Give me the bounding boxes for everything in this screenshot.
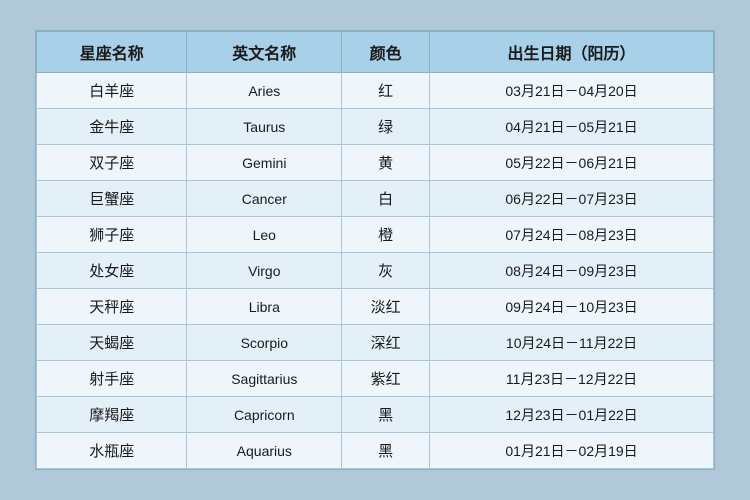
cell-color: 深红 <box>342 325 430 361</box>
cell-english-name: Gemini <box>187 145 342 181</box>
cell-dates: 01月21日－02月19日 <box>430 433 714 469</box>
header-color: 颜色 <box>342 32 430 73</box>
table-body: 白羊座Aries红03月21日－04月20日金牛座Taurus绿04月21日－0… <box>37 73 714 469</box>
cell-dates: 03月21日－04月20日 <box>430 73 714 109</box>
zodiac-table-container: 星座名称 英文名称 颜色 出生日期（阳历） 白羊座Aries红03月21日－04… <box>35 30 715 470</box>
cell-english-name: Aquarius <box>187 433 342 469</box>
cell-chinese-name: 白羊座 <box>37 73 187 109</box>
cell-color: 黑 <box>342 433 430 469</box>
table-row: 天蝎座Scorpio深红10月24日－11月22日 <box>37 325 714 361</box>
cell-dates: 10月24日－11月22日 <box>430 325 714 361</box>
table-row: 双子座Gemini黄05月22日－06月21日 <box>37 145 714 181</box>
cell-chinese-name: 天蝎座 <box>37 325 187 361</box>
cell-dates: 12月23日－01月22日 <box>430 397 714 433</box>
cell-dates: 07月24日－08月23日 <box>430 217 714 253</box>
header-english-name: 英文名称 <box>187 32 342 73</box>
cell-color: 淡红 <box>342 289 430 325</box>
cell-chinese-name: 射手座 <box>37 361 187 397</box>
cell-chinese-name: 处女座 <box>37 253 187 289</box>
cell-english-name: Sagittarius <box>187 361 342 397</box>
table-row: 白羊座Aries红03月21日－04月20日 <box>37 73 714 109</box>
cell-chinese-name: 狮子座 <box>37 217 187 253</box>
cell-english-name: Libra <box>187 289 342 325</box>
table-row: 巨蟹座Cancer白06月22日－07月23日 <box>37 181 714 217</box>
cell-chinese-name: 双子座 <box>37 145 187 181</box>
cell-dates: 11月23日－12月22日 <box>430 361 714 397</box>
cell-color: 橙 <box>342 217 430 253</box>
cell-english-name: Capricorn <box>187 397 342 433</box>
cell-chinese-name: 天秤座 <box>37 289 187 325</box>
table-row: 射手座Sagittarius紫红11月23日－12月22日 <box>37 361 714 397</box>
cell-dates: 04月21日－05月21日 <box>430 109 714 145</box>
cell-english-name: Scorpio <box>187 325 342 361</box>
zodiac-table: 星座名称 英文名称 颜色 出生日期（阳历） 白羊座Aries红03月21日－04… <box>36 31 714 469</box>
cell-dates: 08月24日－09月23日 <box>430 253 714 289</box>
header-chinese-name: 星座名称 <box>37 32 187 73</box>
table-row: 水瓶座Aquarius黑01月21日－02月19日 <box>37 433 714 469</box>
cell-english-name: Cancer <box>187 181 342 217</box>
cell-chinese-name: 摩羯座 <box>37 397 187 433</box>
cell-english-name: Aries <box>187 73 342 109</box>
cell-color: 白 <box>342 181 430 217</box>
cell-color: 绿 <box>342 109 430 145</box>
cell-chinese-name: 金牛座 <box>37 109 187 145</box>
cell-english-name: Taurus <box>187 109 342 145</box>
table-row: 处女座Virgo灰08月24日－09月23日 <box>37 253 714 289</box>
table-row: 天秤座Libra淡红09月24日－10月23日 <box>37 289 714 325</box>
table-row: 狮子座Leo橙07月24日－08月23日 <box>37 217 714 253</box>
cell-dates: 06月22日－07月23日 <box>430 181 714 217</box>
cell-dates: 05月22日－06月21日 <box>430 145 714 181</box>
cell-chinese-name: 水瓶座 <box>37 433 187 469</box>
table-row: 摩羯座Capricorn黑12月23日－01月22日 <box>37 397 714 433</box>
cell-color: 黄 <box>342 145 430 181</box>
cell-color: 灰 <box>342 253 430 289</box>
table-row: 金牛座Taurus绿04月21日－05月21日 <box>37 109 714 145</box>
cell-dates: 09月24日－10月23日 <box>430 289 714 325</box>
cell-color: 紫红 <box>342 361 430 397</box>
cell-english-name: Leo <box>187 217 342 253</box>
cell-color: 黑 <box>342 397 430 433</box>
table-header-row: 星座名称 英文名称 颜色 出生日期（阳历） <box>37 32 714 73</box>
cell-english-name: Virgo <box>187 253 342 289</box>
header-dates: 出生日期（阳历） <box>430 32 714 73</box>
cell-color: 红 <box>342 73 430 109</box>
cell-chinese-name: 巨蟹座 <box>37 181 187 217</box>
